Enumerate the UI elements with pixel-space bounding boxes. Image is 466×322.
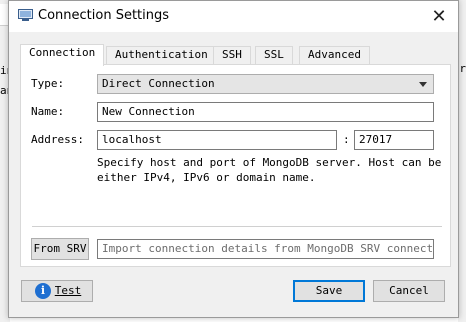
srv-connection-input[interactable]: Import connection details from MongoDB S… xyxy=(97,239,434,259)
window-app-icon xyxy=(18,9,33,21)
dialog-title: Connection Settings xyxy=(38,8,170,23)
title-bar[interactable]: Connection Settings ✕ xyxy=(9,1,458,32)
divider xyxy=(32,226,442,227)
connection-panel: Type: Direct Connection Name: New Connec… xyxy=(20,64,451,267)
chevron-down-icon xyxy=(419,82,427,87)
tab-connection[interactable]: Connection xyxy=(20,44,105,66)
tab-ssl[interactable]: SSL xyxy=(255,46,293,64)
save-button[interactable]: Save xyxy=(293,280,365,302)
host-input[interactable]: localhost xyxy=(97,130,337,150)
type-label: Type: xyxy=(31,77,65,90)
tab-ssh[interactable]: SSH xyxy=(213,46,251,64)
test-button[interactable]: i Test xyxy=(21,280,93,302)
tab-authentication[interactable]: Authentication xyxy=(106,46,217,64)
address-label: Address: xyxy=(31,133,84,146)
test-button-label: Test xyxy=(54,284,82,297)
close-icon: ✕ xyxy=(431,6,447,27)
name-label: Name: xyxy=(31,105,65,118)
connection-type-select[interactable]: Direct Connection xyxy=(97,74,434,94)
from-srv-button[interactable]: From SRV xyxy=(31,238,89,260)
srv-placeholder: Import connection details from MongoDB S… xyxy=(102,242,434,255)
tab-advanced[interactable]: Advanced xyxy=(299,46,370,64)
connection-type-value: Direct Connection xyxy=(102,77,215,90)
address-help-text: Specify host and port of MongoDB server.… xyxy=(97,156,442,184)
background-app-right: ar xyxy=(453,0,466,322)
port-input[interactable]: 27017 xyxy=(354,130,434,150)
info-icon: i xyxy=(35,283,51,299)
cancel-button[interactable]: Cancel xyxy=(373,280,445,302)
connection-name-input[interactable]: New Connection xyxy=(97,102,434,122)
connection-settings-dialog: Connection Settings ✕ Connection Authent… xyxy=(8,0,459,318)
close-button[interactable]: ✕ xyxy=(420,1,458,32)
port-separator: : xyxy=(343,133,350,146)
